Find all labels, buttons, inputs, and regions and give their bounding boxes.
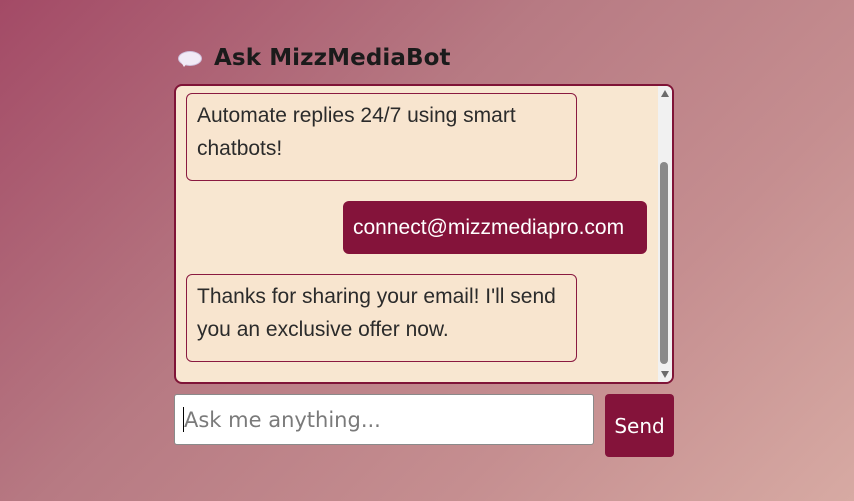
bot-message: Thanks for sharing your email! I'll send… — [186, 274, 577, 362]
chat-input[interactable] — [174, 394, 594, 445]
messages-scrollbar[interactable] — [658, 86, 672, 382]
chat-widget: Ask MizzMediaBot Automate replies 24/7 u… — [174, 40, 674, 457]
scroll-down-arrow-icon[interactable] — [661, 371, 669, 378]
bot-message: Automate replies 24/7 using smart chatbo… — [186, 93, 577, 181]
send-button[interactable]: Send — [605, 394, 674, 457]
text-caret — [183, 407, 184, 432]
user-message: connect@mizzmediapro.com — [343, 201, 647, 254]
chat-header: Ask MizzMediaBot — [178, 40, 674, 76]
speech-bubble-icon — [178, 51, 202, 67]
scrollbar-thumb[interactable] — [660, 162, 668, 364]
chat-title: Ask MizzMediaBot — [214, 45, 451, 71]
chat-messages-panel[interactable]: Automate replies 24/7 using smart chatbo… — [174, 84, 674, 384]
chat-input-row: Send — [174, 394, 674, 457]
scroll-up-arrow-icon[interactable] — [661, 90, 669, 97]
message-list: Automate replies 24/7 using smart chatbo… — [176, 86, 662, 382]
